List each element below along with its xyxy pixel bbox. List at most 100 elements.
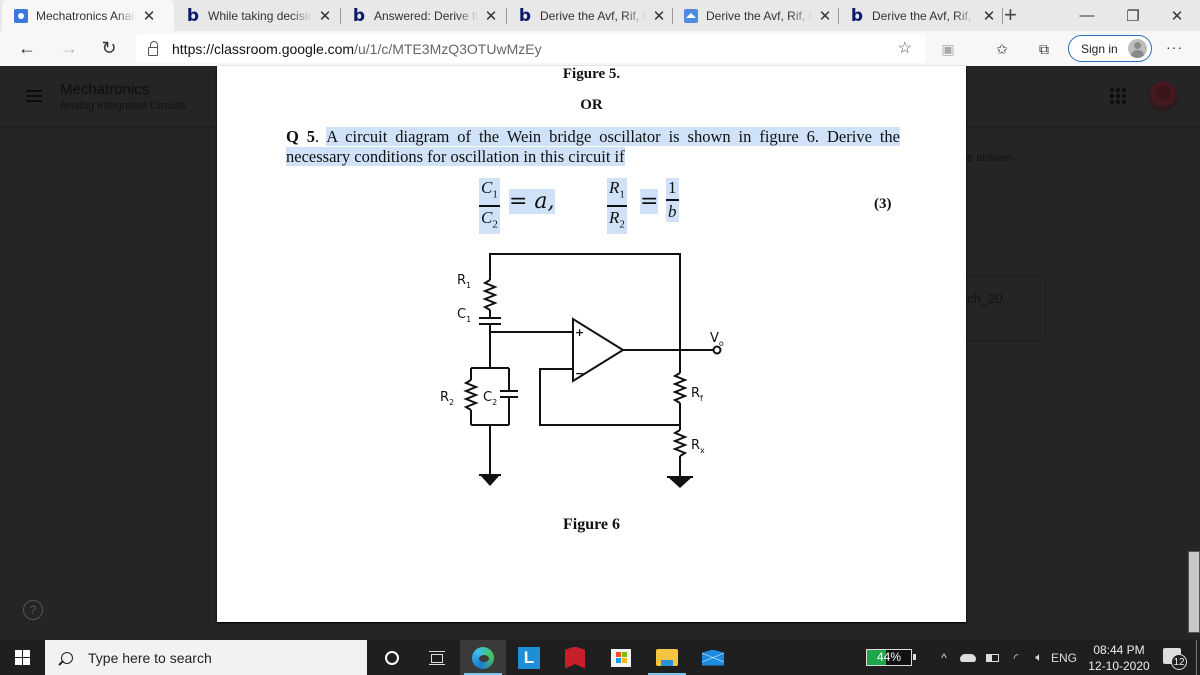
taskbar-app-l[interactable]: L (506, 640, 552, 675)
cortana-button[interactable] (369, 640, 415, 675)
browser-tab-strip: Mechatronics Analog Integrated Circuits … (0, 0, 1200, 31)
user-avatar[interactable] (1148, 81, 1178, 111)
image-viewer: Figure 5. OR Q 5. A circuit diagram of t… (217, 66, 966, 622)
tab-close-icon[interactable]: ✕ (142, 7, 156, 25)
tab-close-icon[interactable]: ✕ (982, 7, 996, 25)
tab-title: Answered: Derive the (374, 8, 478, 23)
taskbar-clock[interactable]: 08:44 PM 12-10-2020 (1078, 642, 1160, 674)
attachment-name: ch_20... (967, 291, 1014, 306)
taskbar-app-file-explorer[interactable] (644, 640, 690, 675)
arrow-right-icon: → (60, 37, 78, 58)
resistor-r1 (482, 279, 498, 311)
task-view-icon (429, 650, 445, 665)
tab-close-icon[interactable]: ✕ (818, 7, 832, 25)
tab-bartleby-4[interactable]: b Derive the Avf, Rif, Ro ✕ (838, 0, 1003, 31)
refresh-button[interactable]: ↻ (96, 36, 122, 60)
label-plus: + (575, 326, 584, 339)
taskbar-app-mail[interactable] (690, 640, 736, 675)
tab-shared-doc[interactable]: Derive the Avf, Rif, Ro ✕ (672, 0, 839, 31)
mail-icon (702, 649, 724, 666)
volume-button[interactable]: 🔈︎ (1028, 640, 1050, 675)
more-menu-button[interactable]: ··· (1166, 39, 1183, 55)
label-c2: C2 (483, 390, 497, 407)
restore-button[interactable]: ❐ (1110, 0, 1156, 31)
start-button[interactable] (0, 640, 45, 675)
resistor-rf (672, 372, 688, 404)
tab-title: While taking decision (208, 8, 312, 23)
show-desktop-button[interactable] (1196, 640, 1197, 675)
tab-title: Derive the Avf, Rif, Ro (872, 8, 976, 23)
tab-bartleby-3[interactable]: b Derive the Avf, Rif, Ro ✕ (506, 0, 673, 31)
help-icon[interactable]: ? (23, 600, 43, 620)
label-rx: Rx (691, 438, 705, 455)
extension-icon[interactable]: ▣ (938, 39, 958, 59)
forward-button[interactable]: → (56, 36, 82, 60)
bartleby-icon: b (186, 5, 200, 26)
label-rf: Rf (691, 386, 703, 403)
tab-bartleby-2[interactable]: b Answered: Derive the ✕ (340, 0, 507, 31)
task-view-button[interactable] (414, 640, 460, 675)
resistor-rx (672, 429, 688, 457)
minimize-button[interactable]: — (1064, 0, 1110, 31)
google-apps-icon[interactable] (1110, 88, 1126, 104)
menu-icon[interactable] (26, 90, 42, 102)
new-tab-button[interactable]: + (1004, 2, 1017, 28)
language-indicator[interactable]: ENG (1050, 640, 1078, 675)
profile-avatar-icon (1128, 39, 1147, 58)
label-r2: R2 (440, 390, 454, 407)
collections-icon[interactable]: ⧉ (1034, 39, 1054, 59)
taskbar-search-box[interactable]: Type here to search (45, 640, 367, 675)
resistor-r2 (463, 379, 479, 411)
windows-taskbar: Type here to search L 44% ^ ◜ 🔈︎ ENG 08:… (0, 640, 1200, 675)
taskbar-app-store[interactable] (598, 640, 644, 675)
battery-meter[interactable]: 44% (866, 649, 916, 666)
bartleby-icon: b (518, 5, 532, 26)
sign-in-label: Sign in (1081, 41, 1118, 56)
bartleby-icon: b (352, 5, 366, 26)
tab-close-icon[interactable]: ✕ (652, 7, 666, 25)
arrow-left-icon: ← (18, 37, 36, 58)
browser-toolbar: ← → ↻ https://classroom.google.com/u/1/c… (0, 31, 1200, 66)
url-text: https://classroom.google.com/u/1/c/MTE3M… (172, 41, 542, 57)
tab-separator (1002, 8, 1003, 24)
speaker-icon: 🔈︎ (1035, 650, 1043, 664)
feedback-wire-top (489, 253, 681, 356)
show-hidden-icons-button[interactable]: ^ (936, 640, 952, 675)
sign-in-button[interactable]: Sign in (1068, 35, 1152, 62)
favorites-list-icon[interactable]: ✩ (992, 39, 1012, 59)
url-host: https://classroom.google.com (172, 40, 355, 57)
class-name[interactable]: Mechatronics (60, 81, 149, 98)
column-divider (1068, 128, 1069, 630)
l-app-icon: L (518, 646, 540, 669)
onedrive-button[interactable] (958, 640, 978, 675)
tab-title: Mechatronics Analog Integrated Circuits (36, 8, 136, 23)
tab-classroom[interactable]: Mechatronics Analog Integrated Circuits … (2, 0, 174, 31)
network-button[interactable]: ◜ (1006, 640, 1026, 675)
label-minus: − (575, 367, 584, 380)
tab-close-icon[interactable]: ✕ (484, 7, 498, 25)
back-button[interactable]: ← (14, 36, 40, 60)
address-bar[interactable]: https://classroom.google.com/u/1/c/MTE3M… (136, 34, 926, 63)
favorite-star-icon[interactable]: ☆ (898, 38, 912, 58)
scrollbar[interactable] (1188, 551, 1200, 633)
taskbar-app-edge[interactable] (460, 640, 506, 675)
search-placeholder: Type here to search (88, 649, 212, 666)
figure6-caption: Figure 6 (562, 516, 621, 533)
tab-close-icon[interactable]: ✕ (318, 7, 332, 25)
question-document: Figure 5. OR Q 5. A circuit diagram of t… (217, 66, 966, 622)
taskbar-app-mcafee[interactable] (552, 640, 598, 675)
power-button[interactable] (982, 640, 1002, 675)
notification-count: 12 (1171, 654, 1187, 670)
url-path: /u/1/c/MTE3MzQ3OTUwMzEy (354, 40, 542, 57)
close-window-button[interactable]: ✕ (1154, 0, 1200, 31)
cortana-icon (385, 650, 399, 665)
lock-icon (148, 40, 158, 56)
google-classroom-icon (14, 8, 28, 23)
battery-percent: 44% (876, 650, 902, 664)
label-vo: Vo (710, 331, 724, 348)
action-center-button[interactable]: 12 (1163, 648, 1187, 670)
file-explorer-icon (656, 649, 678, 666)
shared-doc-icon (684, 8, 698, 23)
ground-symbol-right (667, 476, 693, 488)
tab-bartleby-1[interactable]: b While taking decision ✕ (174, 0, 341, 31)
